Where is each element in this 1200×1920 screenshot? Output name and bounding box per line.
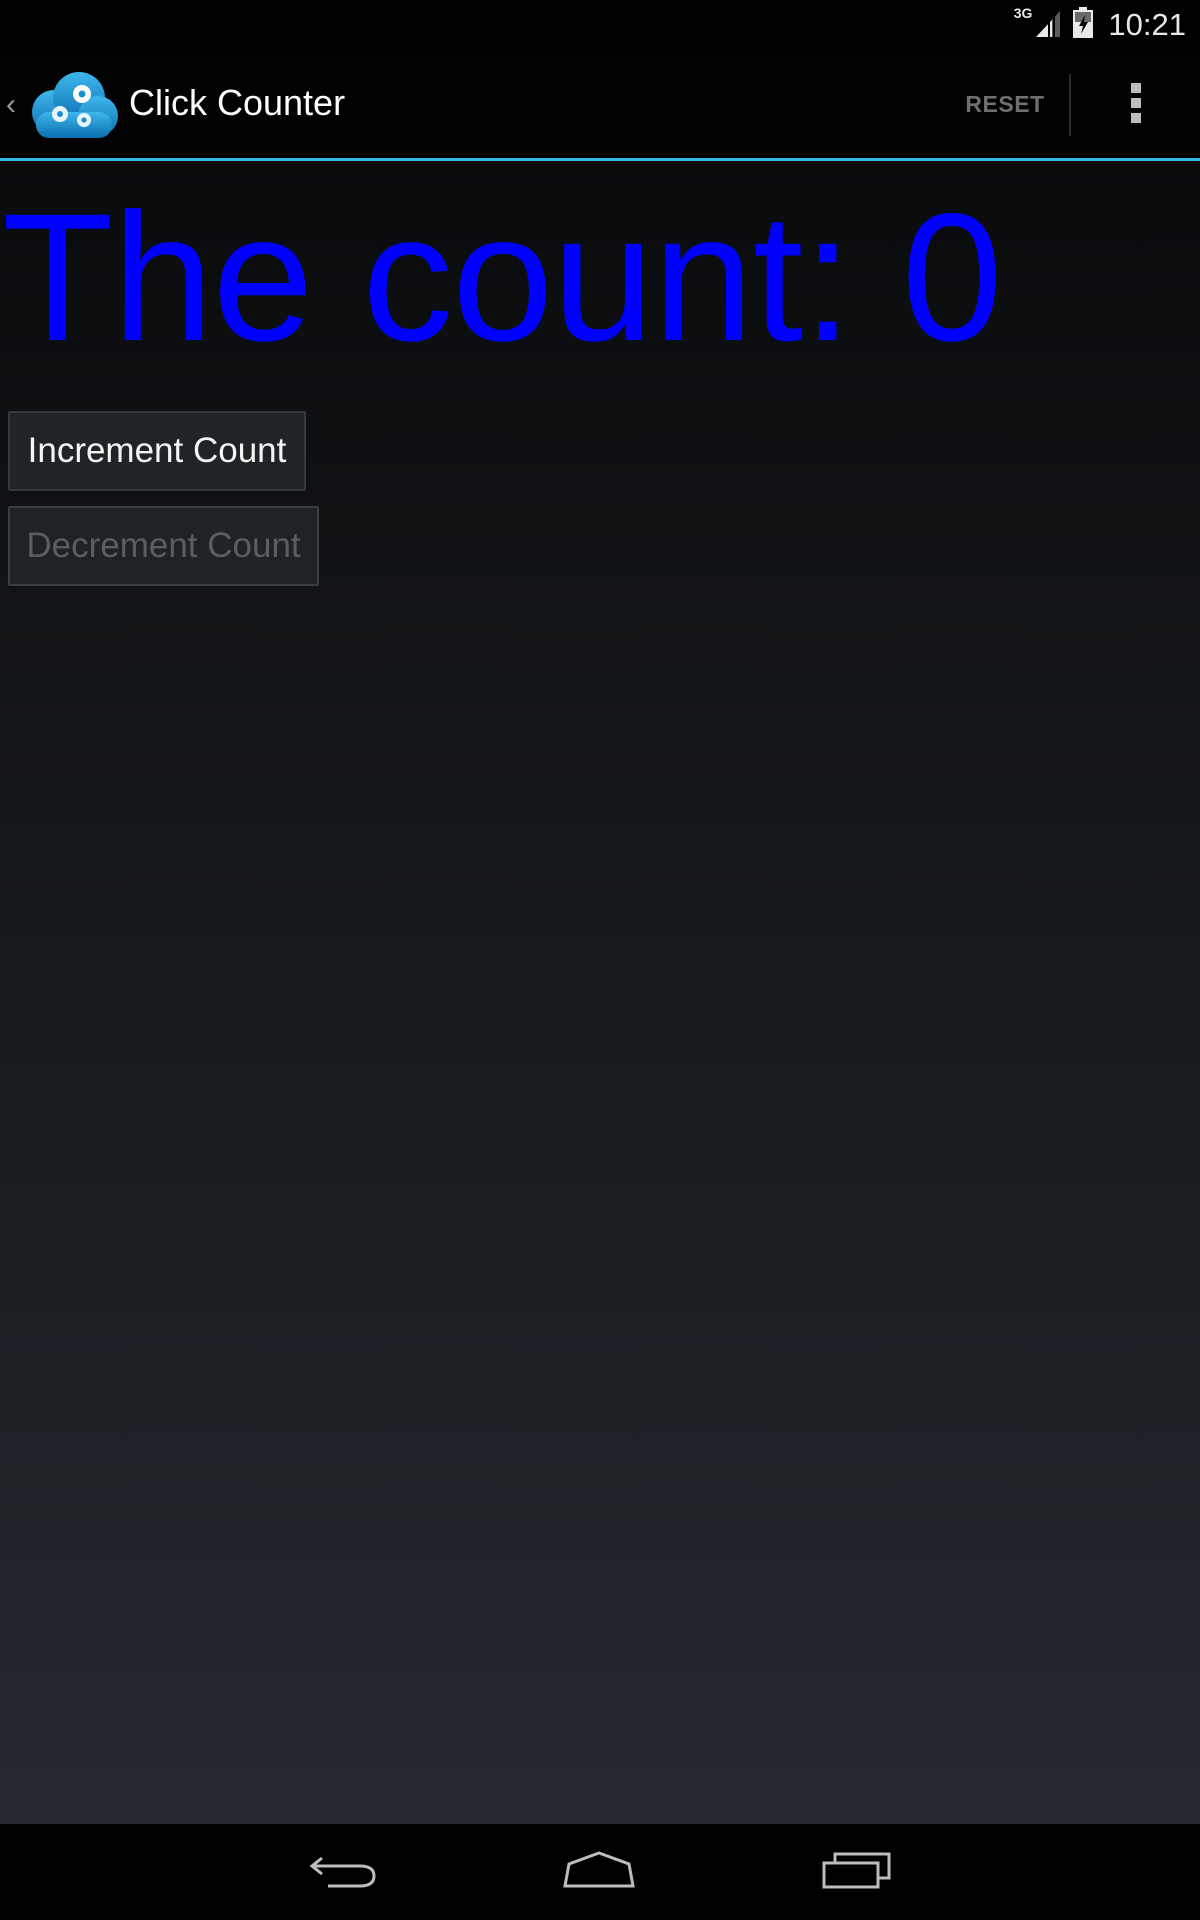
home-button[interactable] — [544, 1838, 654, 1906]
back-button[interactable] — [288, 1838, 398, 1906]
overflow-menu-button[interactable] — [1100, 70, 1172, 140]
action-bar-separator — [1069, 74, 1071, 136]
action-bar: ‹ Click Counter RESET — [0, 50, 1200, 158]
back-arrow-icon — [308, 1850, 378, 1895]
status-icons: 3G 10:21 — [1013, 5, 1186, 44]
main-content: The count: 0 Increment Count Decrement C… — [0, 161, 1200, 1824]
home-icon — [561, 1850, 637, 1895]
status-time: 10:21 — [1108, 7, 1186, 42]
navigation-bar — [0, 1824, 1200, 1920]
app-logo-cloud-gears-icon[interactable] — [24, 68, 120, 142]
app-title: Click Counter — [129, 82, 346, 123]
battery-icon — [1072, 6, 1094, 44]
network-type-label: 3G — [1013, 5, 1033, 21]
reset-button[interactable]: RESET — [940, 50, 1070, 158]
screen: 3G 10:21 ‹ Click Counter RESET The count… — [0, 0, 1200, 1920]
count-display: The count: 0 — [2, 175, 1003, 379]
up-caret-icon[interactable]: ‹ — [6, 88, 16, 122]
recents-button[interactable] — [802, 1838, 912, 1906]
decrement-button[interactable]: Decrement Count — [8, 506, 319, 586]
recent-apps-icon — [821, 1850, 893, 1895]
status-bar: 3G 10:21 — [0, 0, 1200, 50]
more-vertical-icon — [1129, 81, 1143, 130]
signal-icon — [1034, 7, 1062, 44]
increment-button[interactable]: Increment Count — [8, 411, 306, 491]
